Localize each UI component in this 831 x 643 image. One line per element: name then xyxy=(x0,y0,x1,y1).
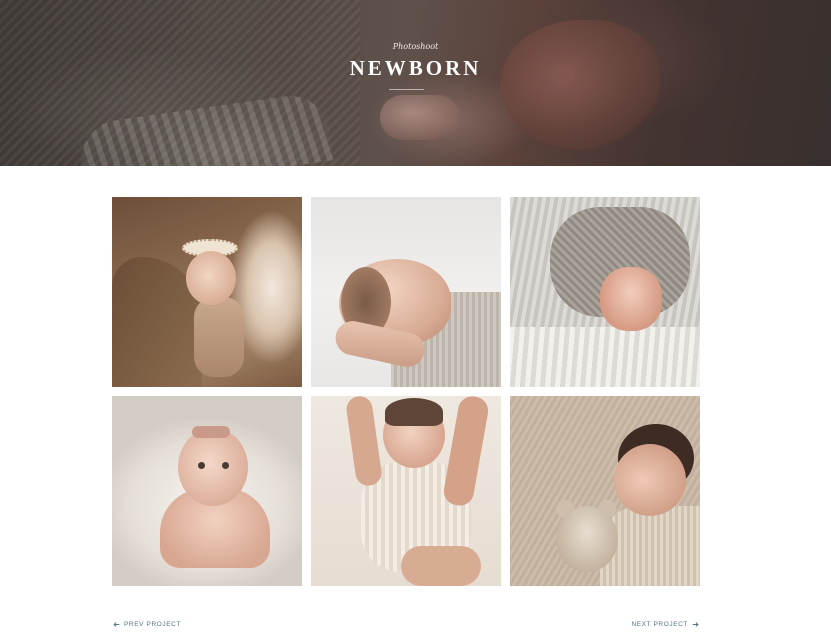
parent-hand-bottom xyxy=(401,546,481,586)
baby-face xyxy=(186,251,236,305)
arrow-left-icon xyxy=(112,620,121,629)
teddy-bear xyxy=(556,506,618,572)
knit-blanket xyxy=(510,327,700,387)
photo-gallery xyxy=(112,197,700,586)
baby-face xyxy=(178,428,248,506)
title-divider xyxy=(389,89,424,90)
baby-bow xyxy=(192,426,230,438)
gallery-photo-5[interactable] xyxy=(311,396,501,586)
baby-hair xyxy=(385,398,443,426)
gallery-photo-3[interactable] xyxy=(510,197,700,387)
parent-hand-right xyxy=(441,396,491,508)
hero-banner: Photoshoot NEWBORN xyxy=(0,0,831,166)
hero-overlay xyxy=(0,0,831,166)
gallery-photo-6[interactable] xyxy=(510,396,700,586)
prev-project-label: PREV PROJECT xyxy=(124,620,182,628)
baby-eye-left xyxy=(198,462,205,469)
baby-face xyxy=(614,444,686,516)
gallery-photo-1[interactable] xyxy=(112,197,302,387)
baby-eye-right xyxy=(222,462,229,469)
gallery-photo-4[interactable] xyxy=(112,396,302,586)
next-project-link[interactable]: NEXT PROJECT xyxy=(631,618,700,630)
arrow-right-icon xyxy=(691,620,700,629)
parent-hand-left xyxy=(344,396,384,488)
page-title: NEWBORN xyxy=(349,56,482,80)
gallery-photo-2[interactable] xyxy=(311,197,501,387)
baby-feet xyxy=(600,267,662,331)
next-project-label: NEXT PROJECT xyxy=(631,620,688,628)
baby-body xyxy=(194,297,244,377)
hero-subtitle: Photoshoot xyxy=(392,42,439,51)
prev-project-link[interactable]: PREV PROJECT xyxy=(112,618,181,630)
